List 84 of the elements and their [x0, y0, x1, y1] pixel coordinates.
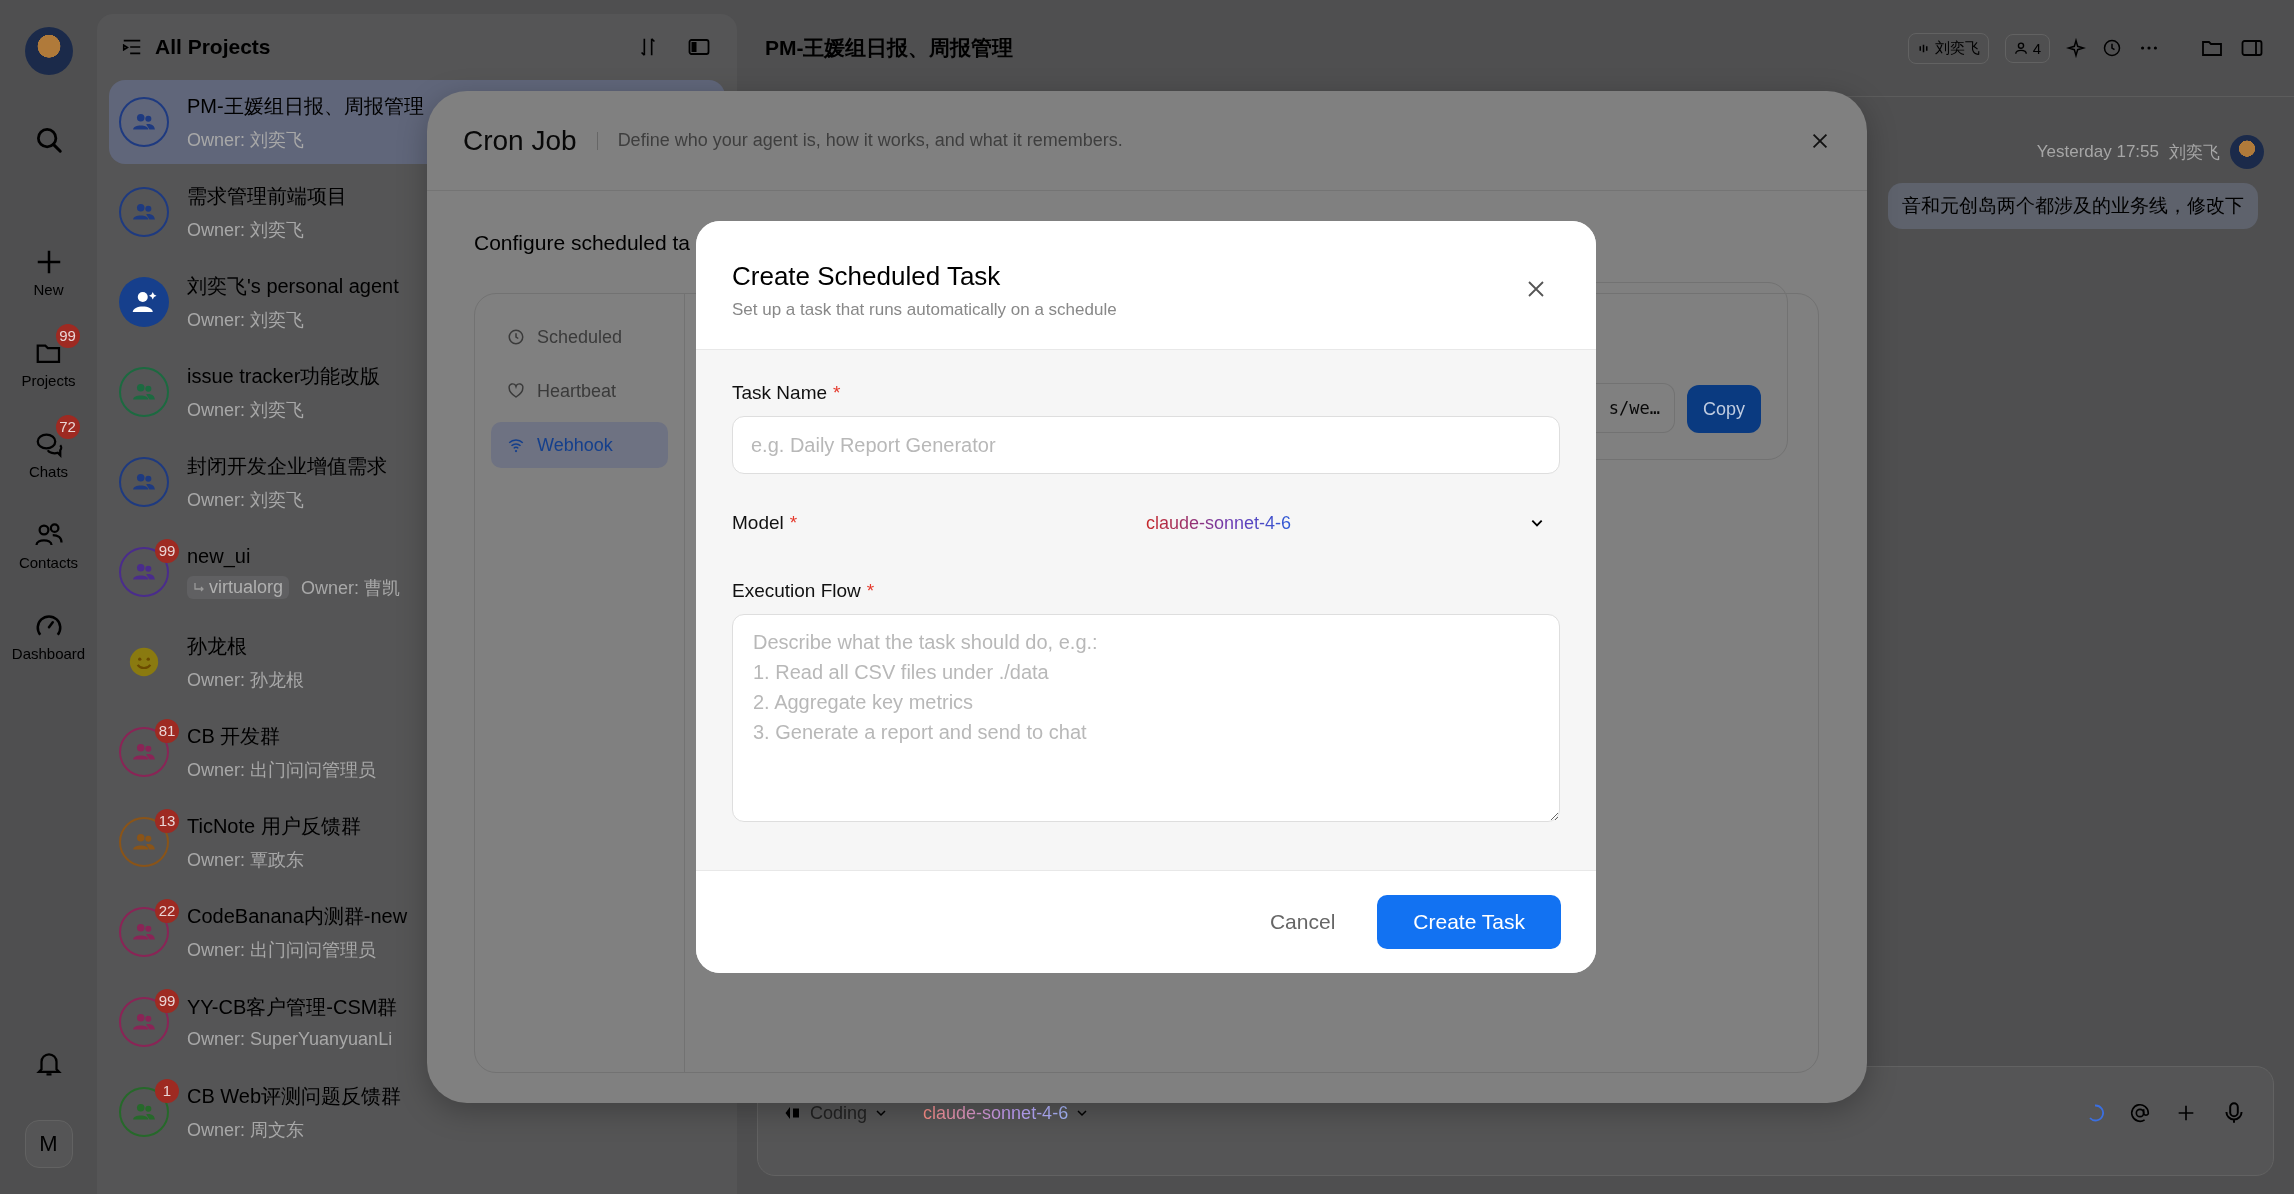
project-owner: Owner: 刘奕飞 [187, 218, 305, 242]
unread-badge: 81 [155, 719, 179, 743]
unread-badge: 99 [55, 324, 80, 348]
project-title: 需求管理前端项目 [187, 183, 347, 209]
project-title: 封闭开发企业增值需求 [187, 453, 387, 479]
task-name-field[interactable]: e.g. Daily Report Generator [732, 416, 1560, 474]
project-item[interactable]: 1 CB Web评测问题反馈群 Owner: 周文东 [109, 1070, 725, 1154]
cancel-button[interactable]: Cancel [1255, 895, 1350, 949]
copy-button[interactable]: Copy [1686, 385, 1761, 433]
dialog-subtitle: Set up a task that runs automatically on a schedule [732, 300, 1117, 320]
sub-arrow-icon [193, 581, 205, 594]
nav-item[interactable]: Dashboard [3, 597, 94, 662]
mention-icon[interactable] [2129, 1102, 2151, 1124]
project-title: YY-CB客户管理-CSM群 [187, 995, 398, 1020]
nav-item[interactable]: Contacts [3, 506, 94, 571]
clock-icon [507, 328, 525, 346]
project-title: 刘奕飞's personal agent [187, 273, 399, 299]
project-owner: Owner: SuperYuanyuanLi [187, 1029, 393, 1050]
clock-icon[interactable] [2102, 38, 2122, 58]
project-owner: Owner: 刘奕飞 [187, 128, 305, 152]
project-title: issue tracker功能改版 [187, 363, 381, 389]
caret-icon [875, 1107, 888, 1119]
model-select[interactable]: claude-sonnet-4-6 [877, 499, 1560, 547]
person-icon [2013, 41, 2028, 55]
unread-badge: 13 [155, 809, 179, 833]
intro-text: Configure scheduled ta [474, 231, 690, 255]
user-avatar [2230, 135, 2264, 169]
modal-title: Cron Job [463, 124, 577, 157]
org-tag: virtualorg [187, 576, 290, 599]
unread-badge: 1 [155, 1079, 179, 1103]
nav-item[interactable]: 72 Chats [3, 415, 94, 480]
project-owner: Owner: 刘奕飞 [187, 308, 305, 332]
message-time: Yesterday 17:55 [2036, 142, 2159, 162]
field-label: Execution Flow [732, 580, 861, 602]
tab[interactable]: Heartbeat [491, 368, 668, 414]
wifi-icon [507, 436, 525, 454]
list-title: All Projects [155, 35, 271, 59]
project-item[interactable]: 99 YY-CB客户管理-CSM群 Owner: SuperYuanyuanLi [109, 980, 725, 1064]
project-owner: Owner: 周文东 [187, 1118, 305, 1142]
sparkle-icon[interactable] [2066, 38, 2086, 58]
project-title: 孙龙根 [187, 633, 248, 659]
project-owner: Owner: 出门问问管理员 [187, 758, 377, 782]
project-owner: Owner: 刘奕飞 [187, 488, 305, 512]
field-label: Model [732, 512, 784, 534]
user-initial-button[interactable]: M [24, 1120, 73, 1168]
required-mark: * [866, 580, 875, 602]
unread-badge: 72 [55, 415, 80, 439]
project-title: PM-王媛组日报、周报管理 [187, 93, 424, 119]
unread-badge: 22 [155, 899, 179, 923]
project-title: CodeBanana内测群-new [187, 903, 408, 929]
project-item[interactable]: 22 CodeBanana内测群-new Owner: 出门问问管理员 [109, 890, 725, 974]
project-owner: Owner: 出门问问管理员 [187, 938, 377, 962]
unread-badge: 99 [155, 539, 179, 563]
project-title: CB 开发群 [187, 723, 282, 749]
project-owner: Owner: 曹凯 [301, 576, 401, 600]
speaker-chip[interactable]: 刘奕飞 [1907, 32, 1989, 64]
message-bubble: 音和元创岛两个都涉及的业务线，修改下 [1888, 183, 2258, 229]
user-avatar[interactable] [24, 27, 73, 75]
unread-badge: 99 [155, 989, 179, 1013]
nav-item[interactable]: 99 Projects [3, 324, 94, 389]
field-label: Task Name [732, 382, 828, 404]
heart-icon [507, 382, 525, 400]
required-mark: * [789, 512, 798, 534]
project-item[interactable]: 81 CB 开发群 Owner: 出门问问管理员 [109, 710, 725, 794]
project-title: TicNote 用户反馈群 [187, 813, 361, 839]
project-owner: Owner: 刘奕飞 [187, 398, 305, 422]
message-author: 刘奕飞 [2169, 141, 2220, 164]
project-title: CB Web评测问题反馈群 [187, 1083, 402, 1109]
create-task-button[interactable]: Create Task [1377, 895, 1561, 949]
caret-icon [1076, 1107, 1089, 1119]
project-item[interactable]: 13 TicNote 用户反馈群 Owner: 覃政东 [109, 800, 725, 884]
member-count-chip[interactable]: 4 [2004, 33, 2050, 63]
required-mark: * [833, 382, 841, 404]
tab[interactable]: Webhook [491, 422, 668, 468]
dialog-title: Create Scheduled Task [732, 261, 1001, 292]
project-owner: Owner: 孙龙根 [187, 668, 305, 692]
project-title: new_ui [187, 544, 252, 568]
tab[interactable]: Scheduled [491, 314, 668, 360]
execution-flow-field[interactable]: Describe what the task should do, e.g.: 1. Read all CSV files under ./data 2. Aggregate key metrics 3. Generate a report and send to chat [732, 614, 1560, 822]
project-item[interactable]: 99 new_ui virtualorg Owner: 曹凯 [109, 530, 725, 614]
project-owner: Owner: 覃政东 [187, 848, 305, 872]
nav-item[interactable]: New [3, 233, 94, 298]
chat-title: PM-王媛组日报、周报管理 [765, 35, 1014, 61]
project-item[interactable]: 孙龙根 Owner: 孙龙根 [109, 620, 725, 704]
